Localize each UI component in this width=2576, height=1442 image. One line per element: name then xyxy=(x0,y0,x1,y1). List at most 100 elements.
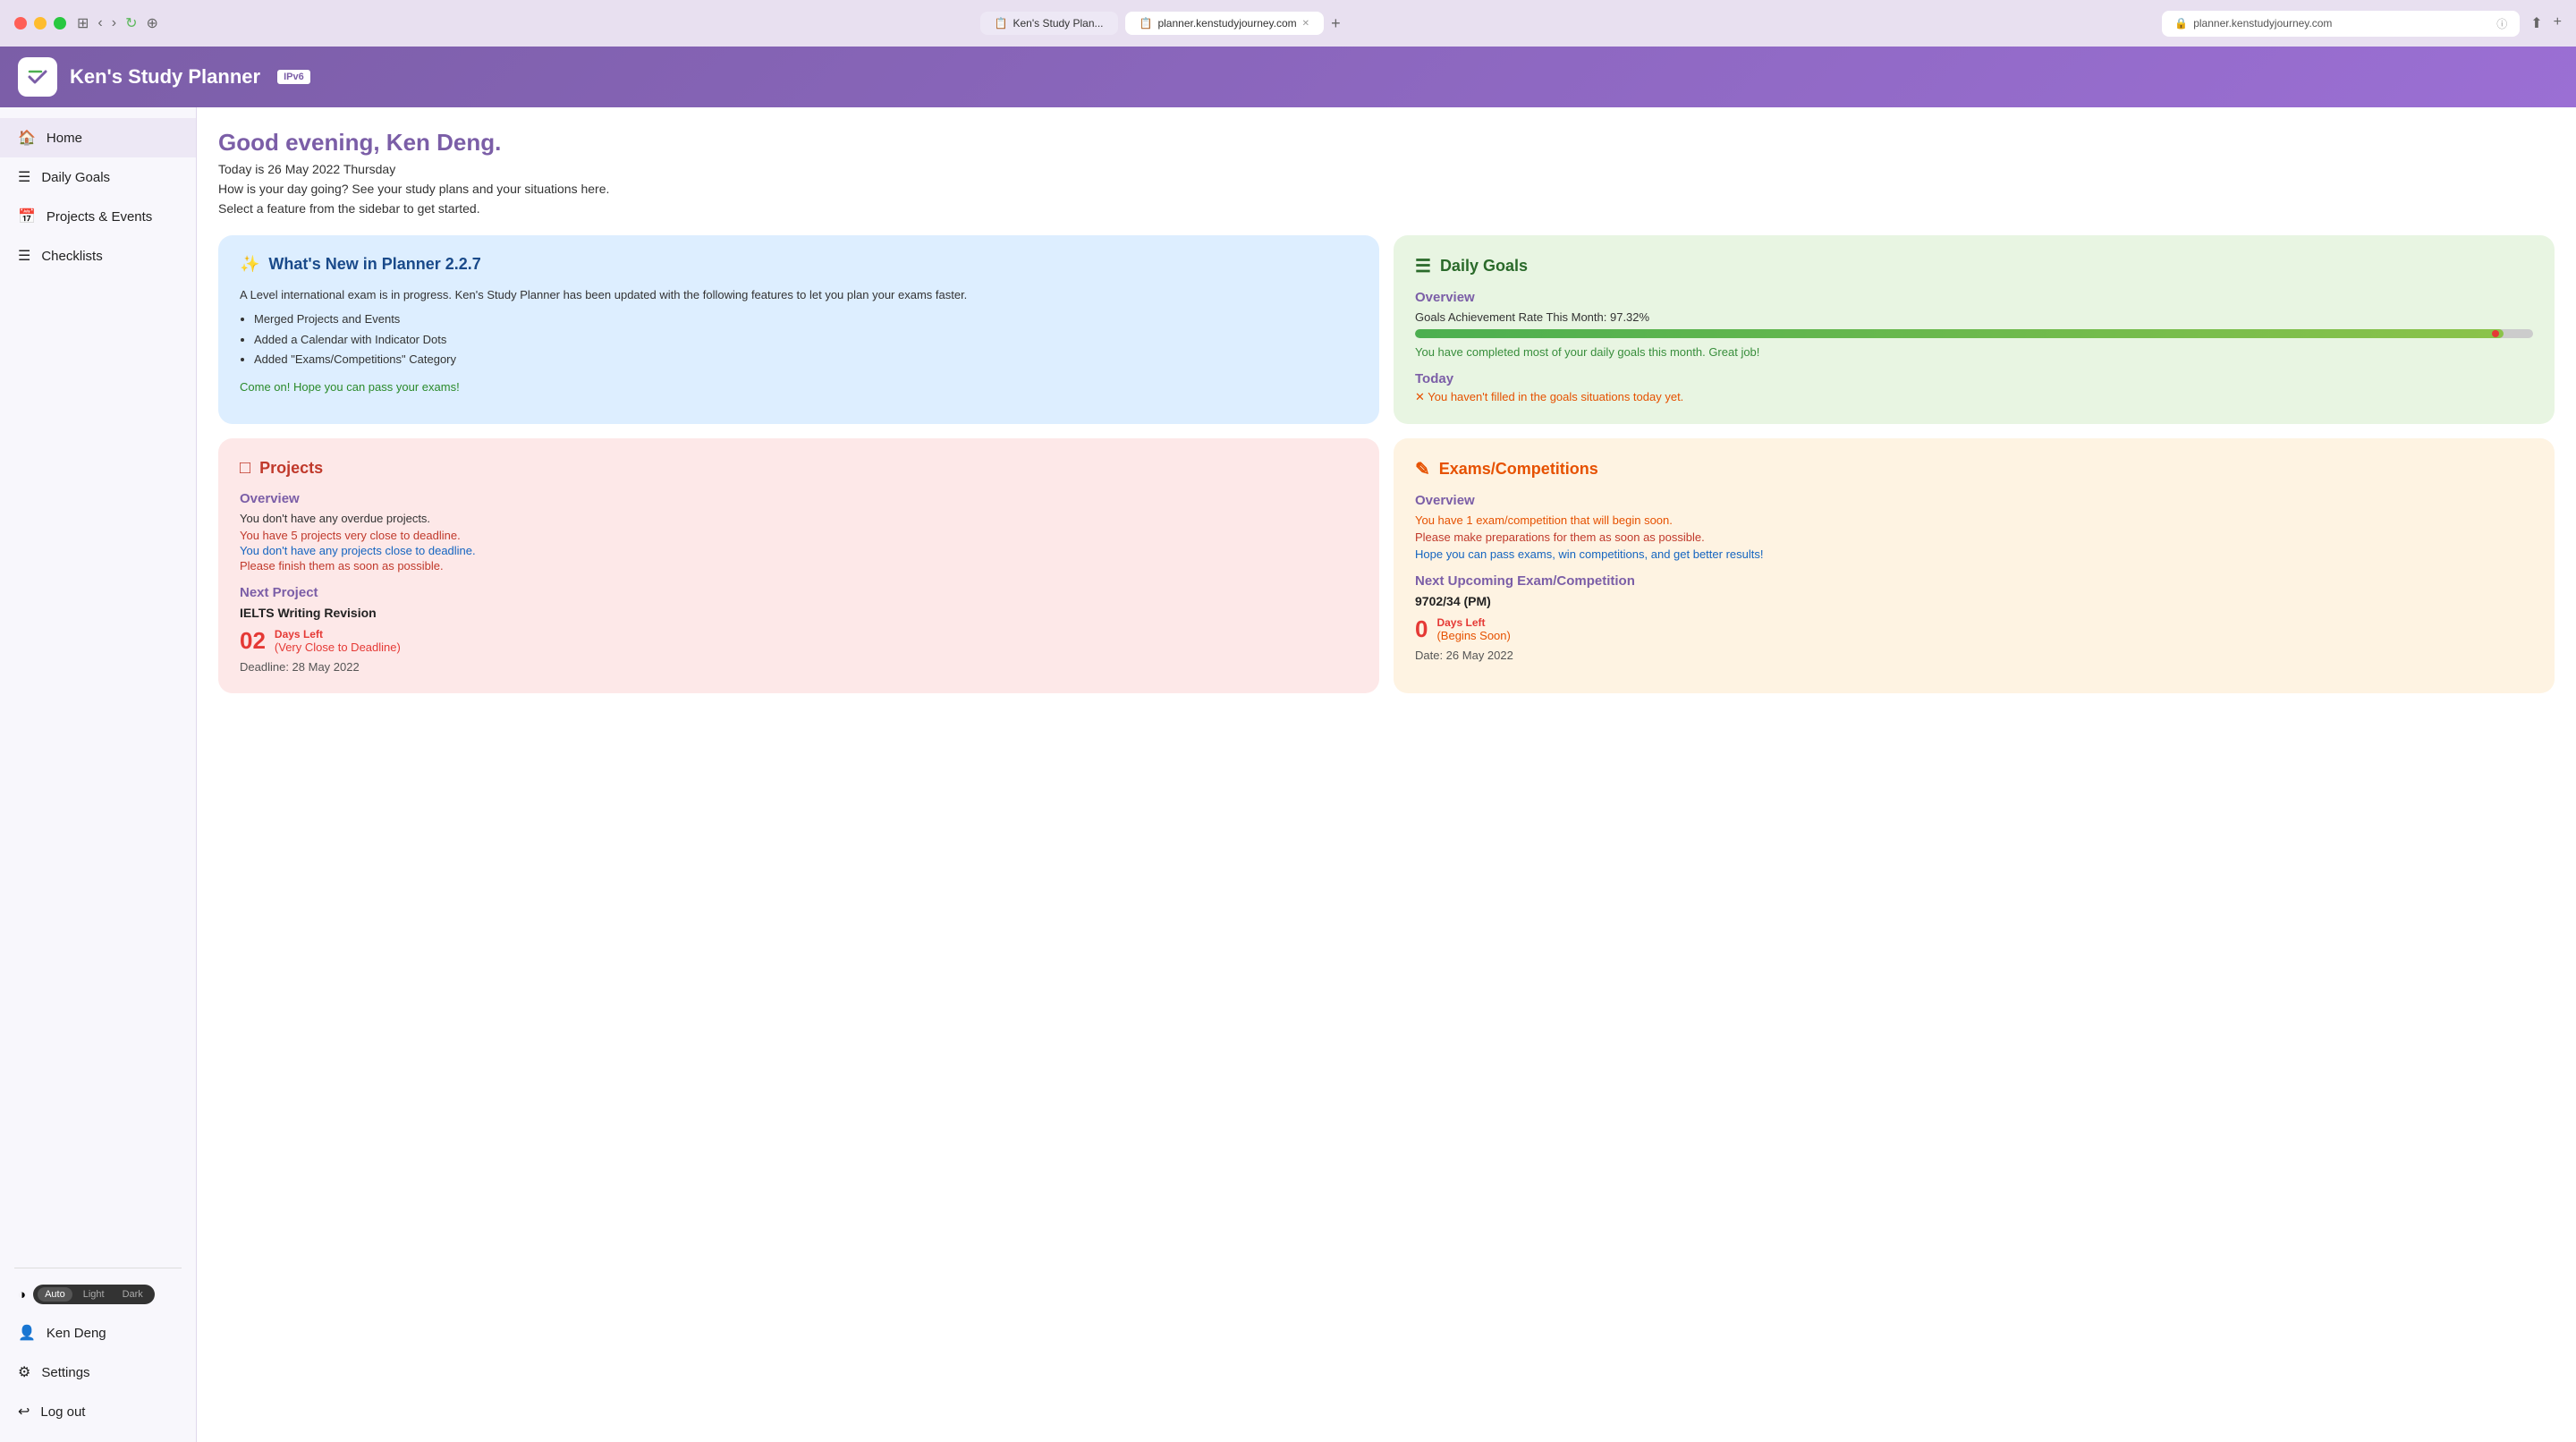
exam-date: Date: 26 May 2022 xyxy=(1415,649,2533,662)
address-text: planner.kenstudyjourney.com xyxy=(2193,17,2332,30)
days-info: Days Left (Very Close to Deadline) xyxy=(275,628,401,654)
sidebar: 🏠 Home ☰ Daily Goals 📅 Projects & Events… xyxy=(0,107,197,1442)
daily-goals-overview-label: Overview xyxy=(1415,290,2533,305)
refresh-icon[interactable]: ↻ xyxy=(125,14,137,32)
settings-icon: ⚙ xyxy=(18,1363,30,1381)
daily-goals-icon: ☰ xyxy=(1415,255,1431,277)
back-icon[interactable]: ‹ xyxy=(97,15,102,31)
sidebar-item-home-label: Home xyxy=(47,131,82,146)
maximize-button[interactable] xyxy=(54,17,66,30)
daily-goals-title: ☰ Daily Goals xyxy=(1415,255,2533,277)
whats-new-list: Merged Projects and Events Added a Calen… xyxy=(254,310,1358,369)
whats-new-icon: ✨ xyxy=(240,255,259,274)
tab2-label: planner.kenstudyjourney.com xyxy=(1157,17,1296,30)
whats-new-body: A Level international exam is in progres… xyxy=(240,286,1358,369)
app-title: Ken's Study Planner xyxy=(70,65,260,89)
user-icon: 👤 xyxy=(18,1324,36,1342)
sidebar-toggle-icon[interactable]: ⊞ xyxy=(77,14,89,32)
logout-icon: ↩ xyxy=(18,1403,30,1421)
app-wrapper: Ken's Study Planner IPv6 🏠 Home ☰ Daily … xyxy=(0,47,2576,1442)
exam-blue: Hope you can pass exams, win competition… xyxy=(1415,547,2533,561)
sidebar-item-user[interactable]: 👤 Ken Deng xyxy=(0,1313,196,1353)
content-area: Good evening, Ken Deng. Today is 26 May … xyxy=(197,107,2576,1442)
share-icon[interactable]: ⬆ xyxy=(2530,14,2542,32)
whats-new-item-3: Added "Exams/Competitions" Category xyxy=(254,351,1358,369)
browser-chrome: ⊞ ‹ › ↻ ⊕ 📋 Ken's Study Plan... 📋 planne… xyxy=(0,0,2576,47)
address-bar[interactable]: 🔒 planner.kenstudyjourney.com ⓘ xyxy=(2162,11,2520,37)
home-icon: 🏠 xyxy=(18,129,36,147)
days-left-num: 02 xyxy=(240,627,266,655)
checklists-icon: ☰ xyxy=(18,247,30,265)
forward-icon[interactable]: › xyxy=(112,15,116,31)
daily-goals-icon: ☰ xyxy=(18,168,30,186)
projects-title: □ Projects xyxy=(240,458,1358,479)
deadline-row: 02 Days Left (Very Close to Deadline) xyxy=(240,627,1358,655)
tab-2[interactable]: 📋 planner.kenstudyjourney.com ✕ xyxy=(1125,12,1325,35)
sidebar-item-checklists-label: Checklists xyxy=(41,249,102,264)
exam-begins-label: (Begins Soon) xyxy=(1436,629,1510,642)
tab1-favicon: 📋 xyxy=(995,17,1008,30)
next-exam-label: Next Upcoming Exam/Competition xyxy=(1415,573,2533,589)
tab2-favicon: 📋 xyxy=(1140,17,1153,30)
projects-events-icon: 📅 xyxy=(18,208,36,225)
tab2-close-icon[interactable]: ✕ xyxy=(1302,19,1309,29)
theme-switcher: ◑ Auto Light Dark xyxy=(0,1276,196,1313)
very-close-label: (Very Close to Deadline) xyxy=(275,640,401,654)
exams-card: ✎ Exams/Competitions Overview You have 1… xyxy=(1394,438,2555,693)
browser-actions: ⬆ + xyxy=(2530,14,2562,32)
projects-overview-label: Overview xyxy=(240,491,1358,506)
exams-overview-label: Overview xyxy=(1415,493,2533,508)
sidebar-item-home[interactable]: 🏠 Home xyxy=(0,118,196,157)
lock-icon: 🔒 xyxy=(2174,17,2188,30)
projects-warning2: Please finish them as soon as possible. xyxy=(240,559,1358,573)
whats-new-item-2: Added a Calendar with Indicator Dots xyxy=(254,331,1358,350)
add-tab-icon[interactable]: + xyxy=(2554,14,2562,32)
theme-icon: ◑ xyxy=(18,1287,26,1302)
sidebar-item-logout[interactable]: ↩ Log out xyxy=(0,1392,196,1431)
whats-new-card: ✨ What's New in Planner 2.2.7 A Level in… xyxy=(218,235,1379,424)
exams-icon: ✎ xyxy=(1415,458,1430,480)
minimize-button[interactable] xyxy=(34,17,47,30)
progress-dot xyxy=(2492,330,2499,337)
no-overdue: You don't have any overdue projects. xyxy=(240,512,1358,525)
theme-auto-button[interactable]: Auto xyxy=(38,1287,72,1302)
exam-days-row: 0 Days Left (Begins Soon) xyxy=(1415,615,2533,643)
goals-praise: You have completed most of your daily go… xyxy=(1415,345,2533,359)
main-layout: 🏠 Home ☰ Daily Goals 📅 Projects & Events… xyxy=(0,107,2576,1442)
theme-light-button[interactable]: Light xyxy=(76,1287,112,1302)
theme-dark-button[interactable]: Dark xyxy=(115,1287,150,1302)
sidebar-item-projects-events-label: Projects & Events xyxy=(47,209,152,225)
today-warning: ✕ You haven't filled in the goals situat… xyxy=(1415,390,2533,404)
tab1-label: Ken's Study Plan... xyxy=(1013,17,1104,30)
projects-card: □ Projects Overview You don't have any o… xyxy=(218,438,1379,693)
new-tab-button[interactable]: + xyxy=(1331,14,1341,33)
close-button[interactable] xyxy=(14,17,27,30)
tab-bar: 📋 Ken's Study Plan... 📋 planner.kenstudy… xyxy=(169,12,2151,35)
daily-goals-card: ☰ Daily Goals Overview Goals Achievement… xyxy=(1394,235,2555,424)
sidebar-item-settings[interactable]: ⚙ Settings xyxy=(0,1353,196,1392)
greeting: Good evening, Ken Deng. xyxy=(218,129,2555,157)
projects-info1: You don't have any projects close to dea… xyxy=(240,544,1358,557)
select-line: Select a feature from the sidebar to get… xyxy=(218,201,2555,216)
sidebar-item-checklists[interactable]: ☰ Checklists xyxy=(0,236,196,276)
whats-new-title: ✨ What's New in Planner 2.2.7 xyxy=(240,255,1358,274)
cards-grid: ✨ What's New in Planner 2.2.7 A Level in… xyxy=(218,235,2555,693)
whats-new-item-1: Merged Projects and Events xyxy=(254,310,1358,329)
sidebar-user-label: Ken Deng xyxy=(47,1326,106,1341)
sidebar-settings-label: Settings xyxy=(41,1365,89,1380)
goals-rate-text: Goals Achievement Rate This Month: 97.32… xyxy=(1415,310,2533,324)
app-logo xyxy=(18,57,57,97)
info-icon: ⓘ xyxy=(2496,16,2507,31)
sidebar-item-projects-events[interactable]: 📅 Projects & Events xyxy=(0,197,196,236)
sidebar-item-daily-goals[interactable]: ☰ Daily Goals xyxy=(0,157,196,197)
next-project-label: Next Project xyxy=(240,585,1358,600)
project-name: IELTS Writing Revision xyxy=(240,606,1358,620)
theme-toggle[interactable]: Auto Light Dark xyxy=(33,1285,155,1304)
projects-warning1: You have 5 projects very close to deadli… xyxy=(240,529,1358,542)
exam-days-info: Days Left (Begins Soon) xyxy=(1436,616,1510,642)
exam-name: 9702/34 (PM) xyxy=(1415,594,2533,608)
tab-1[interactable]: 📋 Ken's Study Plan... xyxy=(980,12,1118,35)
whats-new-link: Come on! Hope you can pass your exams! xyxy=(240,380,1358,394)
progress-bar-fill xyxy=(1415,329,2504,338)
bookmark-icon[interactable]: ⊕ xyxy=(146,14,157,32)
